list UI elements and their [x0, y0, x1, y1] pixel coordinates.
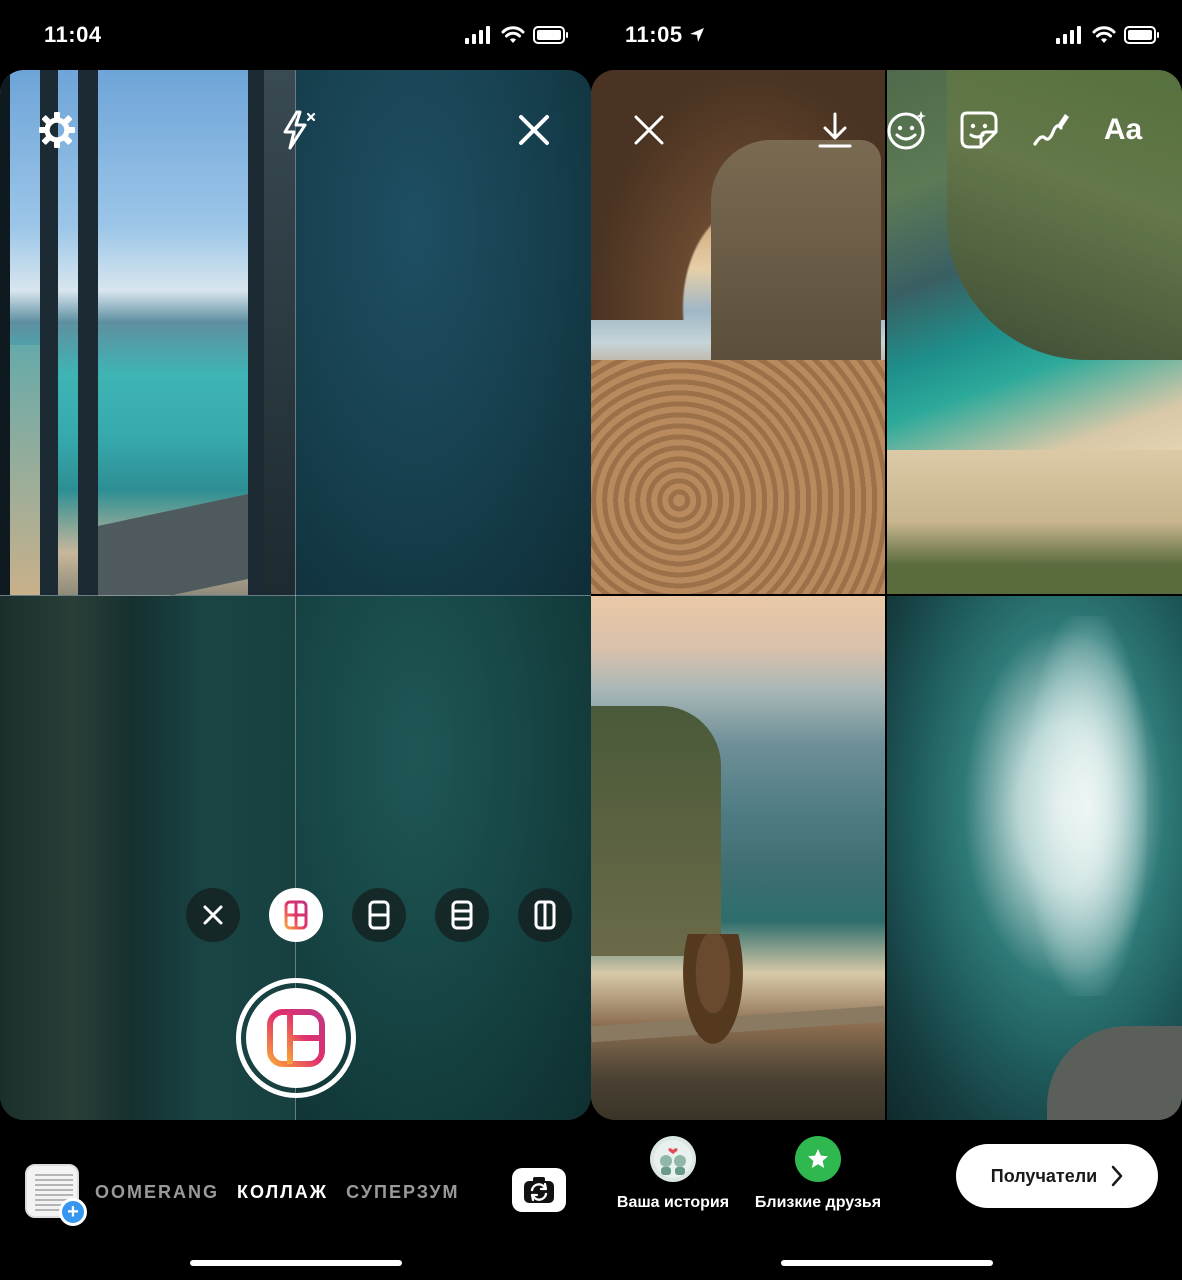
window-sill — [98, 494, 248, 611]
signal-icon — [465, 26, 490, 44]
status-icons — [465, 26, 569, 44]
download-icon[interactable] — [811, 106, 859, 154]
close-icon[interactable] — [512, 108, 556, 152]
wifi-icon — [1092, 26, 1116, 43]
status-time-text: 11:05 — [625, 22, 683, 47]
story-editor-screen: 11:05 Aa Ваша история Близкие друзья Пол… — [591, 0, 1182, 1280]
flash-off-icon[interactable] — [277, 108, 321, 152]
collage-photo-waves[interactable] — [887, 596, 1182, 1120]
beach-view — [10, 345, 40, 595]
status-icons — [1056, 26, 1160, 44]
rock-formation — [711, 140, 881, 370]
wave-foam — [1027, 616, 1147, 996]
beach — [887, 450, 1182, 594]
collage-photo-monkey[interactable] — [591, 596, 885, 1120]
layout-grid-2v-button[interactable] — [518, 888, 572, 942]
share-bar: Ваша история Близкие друзья Получатели — [591, 1120, 1182, 1280]
sticker-icon[interactable] — [955, 106, 1003, 154]
mode-boomerang[interactable]: BOOMERANG — [92, 1182, 219, 1203]
rock — [1047, 1026, 1182, 1120]
emoji-effects-icon[interactable] — [883, 106, 931, 154]
close-friends-avatar — [795, 1136, 841, 1182]
wifi-icon — [501, 26, 525, 43]
shutter-inner — [246, 988, 346, 1088]
location-arrow-icon — [690, 28, 705, 42]
status-bar: 11:04 — [0, 0, 591, 70]
shutter-button[interactable] — [236, 978, 356, 1098]
battery-icon — [1124, 26, 1159, 44]
home-indicator[interactable] — [190, 1260, 402, 1266]
grid-2-vertical-icon — [534, 900, 556, 930]
text-tool-button[interactable]: Aa — [1099, 106, 1147, 154]
close-friends-button[interactable]: Близкие друзья — [751, 1136, 885, 1212]
collage-layout-picker — [186, 888, 572, 942]
add-icon[interactable]: + — [59, 1198, 87, 1226]
flip-camera-button[interactable] — [512, 1168, 566, 1212]
monkey — [683, 934, 743, 1044]
cliff — [591, 706, 721, 956]
collage-preview: Aa — [591, 70, 1182, 1120]
chevron-right-icon — [1111, 1165, 1123, 1187]
camera-mode-selector: BOOMERANG КОЛЛАЖ СУПЕРЗУМ — [92, 1182, 487, 1206]
signal-icon — [1056, 26, 1081, 44]
grid-4-icon — [284, 900, 308, 930]
draw-icon[interactable] — [1027, 106, 1075, 154]
your-story-label: Ваша история — [616, 1194, 730, 1211]
mode-collage[interactable]: КОЛЛАЖ — [237, 1182, 328, 1203]
sand-footprints — [591, 360, 885, 594]
close-icon — [203, 905, 223, 925]
grid-divider-horizontal — [0, 595, 591, 596]
close-icon[interactable] — [625, 106, 673, 154]
layout-grid-2h-button[interactable] — [352, 888, 406, 942]
status-time: 11:04 — [44, 22, 102, 47]
window-frame — [0, 70, 10, 595]
settings-icon[interactable] — [35, 108, 79, 152]
layout-grid-3h-button[interactable] — [435, 888, 489, 942]
status-bar: 11:05 — [591, 0, 1182, 70]
layout-close-button[interactable] — [186, 888, 240, 942]
mode-superzoom[interactable]: СУПЕРЗУМ — [346, 1182, 459, 1203]
home-indicator[interactable] — [781, 1260, 993, 1266]
your-story-button[interactable]: Ваша история — [613, 1136, 733, 1212]
camera-viewfinder[interactable] — [0, 70, 591, 1120]
camera-bottom-bar: + BOOMERANG КОЛЛАЖ СУПЕРЗУМ — [0, 1120, 591, 1280]
window-frame — [78, 70, 98, 595]
star-icon — [808, 1149, 828, 1168]
recipients-button[interactable]: Получатели — [956, 1144, 1158, 1208]
status-time: 11:05 — [625, 22, 705, 48]
grid-2-horizontal-icon — [368, 900, 390, 930]
camera-screen: 11:04 + BOOMERANG КОЛЛАЖ СУПЕРЗУМ — [0, 0, 591, 1280]
recipients-label: Получатели — [990, 1165, 1098, 1186]
grid-3-horizontal-icon — [451, 900, 473, 930]
battery-icon — [533, 26, 568, 44]
story-avatar-icon — [654, 1140, 692, 1178]
close-friends-label: Близкие друзья — [754, 1194, 882, 1211]
window-frame — [248, 70, 264, 595]
layout-grid-4-button[interactable] — [269, 888, 323, 942]
avatar — [650, 1136, 696, 1182]
layout-collage-icon — [267, 1009, 325, 1067]
flip-camera-icon — [524, 1177, 554, 1203]
